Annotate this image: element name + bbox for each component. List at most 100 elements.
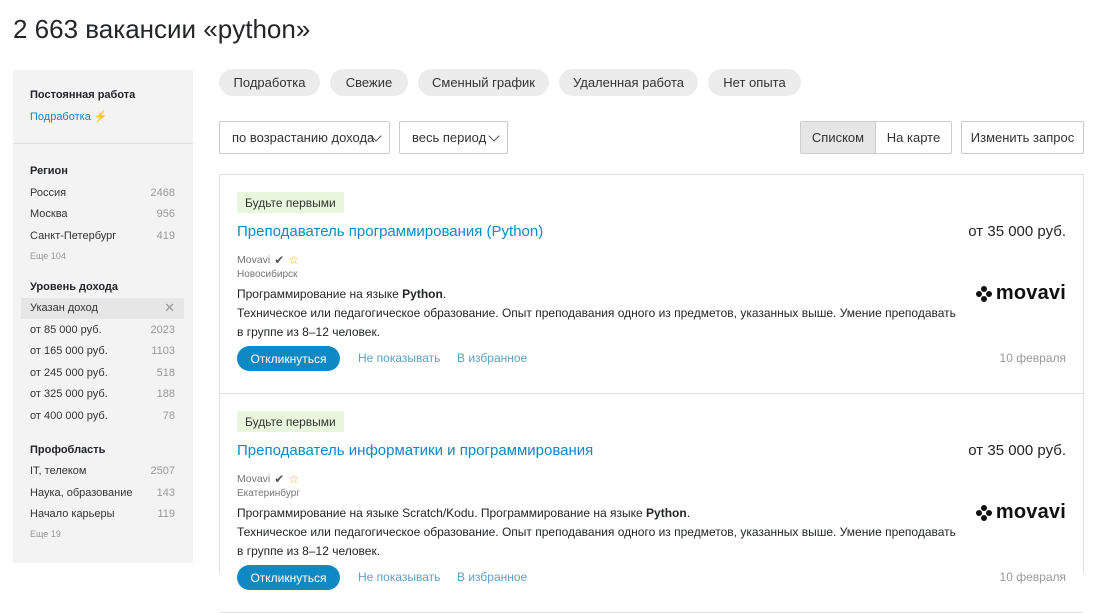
profarea-item-label: IT, телеком: [30, 465, 87, 478]
region-item-count: 956: [156, 208, 175, 221]
region-item-label: Москва: [30, 208, 68, 221]
change-query-button[interactable]: Изменить запрос: [961, 121, 1084, 154]
region-item-label: Россия: [30, 186, 67, 199]
region-item-count: 419: [156, 229, 175, 242]
view-list-button[interactable]: Списком: [800, 121, 876, 154]
vacancy-card: Будьте первыми Преподаватель информатики…: [220, 394, 1083, 613]
be-first-badge: Будьте первыми: [237, 411, 344, 432]
region-item-label: Санкт-Петербург: [30, 229, 117, 242]
quick-filters: Подработка Свежие Сменный график Удаленн…: [219, 69, 1084, 96]
vacancy-card: Будьте первыми Преподаватель программиро…: [220, 175, 1083, 394]
close-icon[interactable]: ✕: [164, 300, 175, 316]
hide-vacancy-link[interactable]: Не показывать: [358, 570, 440, 584]
vacancy-list: Будьте первыми Преподаватель программиро…: [219, 174, 1084, 613]
requirement-text: .: [686, 506, 691, 520]
income-active-label: Указан доход: [30, 302, 98, 315]
region-item[interactable]: Санкт-Петербург 419: [21, 225, 184, 247]
income-item-label: от 85 000 руб.: [30, 323, 102, 336]
chip-no-experience[interactable]: Нет опыта: [708, 69, 801, 96]
chip-part-time[interactable]: Подработка: [219, 69, 320, 96]
vacancy-city: Екатеринбург: [237, 488, 300, 499]
verified-check-icon: ✔: [274, 253, 285, 267]
respond-button[interactable]: Откликнуться: [237, 346, 340, 371]
movavi-logo-icon: [975, 504, 992, 521]
region-more-link[interactable]: Еще 104: [21, 247, 193, 265]
profarea-item-count: 143: [156, 486, 175, 499]
highlight-keyword: Python: [402, 287, 443, 301]
income-item-label: от 245 000 руб.: [30, 366, 108, 379]
logo-wordmark: movavi: [995, 282, 1066, 304]
profarea-item[interactable]: Начало карьеры 119: [21, 504, 184, 526]
company-info: Movavi ✔ ☆: [237, 472, 299, 486]
be-first-badge: Будьте первыми: [237, 192, 344, 213]
profarea-item[interactable]: IT, телеком 2507: [21, 461, 184, 483]
profarea-heading: Профобласть: [30, 443, 106, 456]
sort-select-value: по возрастанию дохода: [232, 130, 375, 145]
add-favorite-link[interactable]: В избранное: [457, 570, 527, 584]
hide-vacancy-link[interactable]: Не показывать: [358, 351, 440, 365]
vacancy-date: 10 февраля: [999, 351, 1066, 365]
region-item[interactable]: Москва 956: [21, 204, 184, 226]
profarea-item-count: 119: [157, 508, 175, 521]
profarea-item[interactable]: Наука, образование 143: [21, 482, 184, 504]
filters-sidebar: Постоянная работа Подработка ⚡ Регион Ро…: [13, 70, 193, 563]
requirement-text: Программирование на языке: [237, 287, 403, 301]
chip-remote[interactable]: Удаленная работа: [559, 69, 698, 96]
logo-wordmark: movavi: [995, 501, 1066, 523]
income-item-count: 188: [156, 388, 175, 401]
profarea-item-label: Наука, образование: [30, 486, 133, 499]
company-info: Movavi ✔ ☆: [237, 253, 299, 267]
page-title: 2 663 вакансии «python»: [13, 14, 311, 44]
income-item-count: 2023: [150, 323, 175, 336]
chip-fresh[interactable]: Свежие: [330, 69, 408, 96]
income-heading: Уровень дохода: [30, 280, 119, 293]
income-item-count: 1103: [151, 345, 175, 358]
profarea-more-link[interactable]: Еще 19: [21, 525, 193, 543]
vacancy-salary: от 35 000 руб.: [968, 223, 1066, 240]
vacancy-requirement-line: Программирование на языке Python.: [237, 285, 962, 304]
income-item[interactable]: от 325 000 руб. 188: [21, 384, 184, 406]
chip-shift-schedule[interactable]: Сменный график: [418, 69, 549, 96]
star-icon: ☆: [288, 472, 300, 486]
company-logo[interactable]: movavi: [975, 282, 1066, 305]
company-name-link[interactable]: Movavi: [237, 254, 270, 266]
star-icon: ☆: [288, 253, 300, 267]
vacancy-responsibility-line: Техническое или педагогическое образован…: [237, 306, 956, 339]
respond-button[interactable]: Откликнуться: [237, 565, 340, 590]
requirement-text: Программирование на языке Scratch/Kodu. …: [237, 506, 647, 520]
vacancy-date: 10 февраля: [999, 570, 1066, 584]
part-time-label: Подработка: [30, 111, 91, 123]
search-controls: по возрастанию дохода весь период Списко…: [219, 121, 1084, 154]
vacancy-title-link[interactable]: Преподаватель информатики и программиров…: [237, 442, 593, 459]
company-logo[interactable]: movavi: [975, 501, 1066, 524]
income-item[interactable]: от 85 000 руб. 2023: [21, 319, 184, 341]
income-item[interactable]: от 400 000 руб. 78: [21, 405, 184, 427]
income-item-count: 78: [162, 409, 175, 422]
company-name-link[interactable]: Movavi: [237, 473, 270, 485]
income-item-label: от 400 000 руб.: [30, 409, 108, 422]
chevron-down-icon: [488, 130, 500, 142]
vacancy-description: Программирование на языке Scratch/Kodu. …: [237, 504, 962, 561]
vacancy-requirement-line: Программирование на языке Scratch/Kodu. …: [237, 504, 962, 523]
income-item[interactable]: от 165 000 руб. 1103: [21, 341, 184, 363]
region-heading: Регион: [30, 165, 68, 177]
income-active-filter[interactable]: Указан доход ✕: [21, 297, 184, 319]
sort-select[interactable]: по возрастанию дохода: [219, 121, 390, 154]
vacancy-title-link[interactable]: Преподаватель программирования (Python): [237, 223, 543, 240]
period-select[interactable]: весь период: [399, 121, 508, 154]
profarea-item-label: Начало карьеры: [30, 508, 115, 521]
income-item[interactable]: от 245 000 руб. 518: [21, 362, 184, 384]
requirement-text: .: [442, 287, 447, 301]
period-select-value: весь период: [412, 130, 487, 145]
main-content: Подработка Свежие Сменный график Удаленн…: [219, 69, 1084, 154]
view-map-button[interactable]: На карте: [875, 121, 952, 154]
region-item-count: 2468: [150, 186, 175, 199]
income-item-label: от 165 000 руб.: [30, 345, 108, 358]
highlight-keyword: Python: [646, 506, 687, 520]
region-item[interactable]: Россия 2468: [21, 182, 184, 204]
income-item-count: 518: [156, 366, 175, 379]
add-favorite-link[interactable]: В избранное: [457, 351, 527, 365]
verified-check-icon: ✔: [274, 472, 285, 486]
vacancy-city: Новосибирск: [237, 269, 298, 280]
part-time-link[interactable]: Подработка ⚡: [30, 110, 193, 123]
